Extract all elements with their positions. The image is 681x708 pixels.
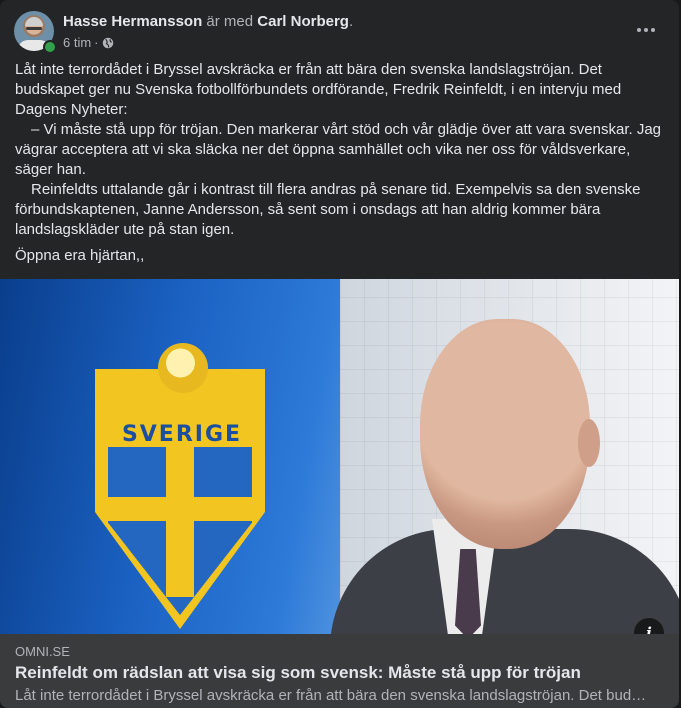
link-preview-image[interactable]: SVERIGE: [0, 279, 679, 634]
post-paragraph: Låt inte terrordådet i Bryssel avskräcka…: [15, 61, 622, 118]
post-meta: 6 tim ·: [63, 35, 114, 50]
author-name[interactable]: Hasse Hermansson: [63, 13, 202, 30]
crest-cross-horizontal: [108, 497, 252, 521]
person-ear: [578, 419, 600, 467]
more-horizontal-icon: [637, 28, 641, 32]
link-title[interactable]: Reinfeldt om rädslan att visa sig som sv…: [15, 663, 581, 683]
tagged-name[interactable]: Carl Norberg: [257, 13, 349, 30]
post-body: Låt inte terrordådet i Bryssel avskräcka…: [15, 60, 667, 266]
link-preview-meta[interactable]: OMNI.SE Reinfeldt om rädslan att visa si…: [0, 634, 679, 708]
more-dot: [651, 28, 655, 32]
meta-separator: ·: [94, 35, 99, 50]
post-paragraph: Öppna era hjärtan,,: [15, 247, 145, 264]
crest-label: SVERIGE: [121, 422, 243, 447]
link-domain: OMNI.SE: [15, 644, 70, 659]
tagged-suffix: .: [348, 13, 354, 30]
post-timestamp[interactable]: 6 tim: [63, 35, 91, 50]
post-header: Hasse Hermansson är med Carl Norberg. 6 …: [14, 11, 665, 55]
author-line: Hasse Hermansson är med Carl Norberg.: [63, 13, 353, 30]
post-paragraph: – Vi måste stå upp för tröjan. Den marke…: [15, 121, 662, 178]
online-status-icon: [43, 40, 57, 54]
post-card: Hasse Hermansson är med Carl Norberg. 6 …: [0, 0, 679, 708]
crest-cross-vertical: [166, 447, 194, 597]
avatar-glasses: [26, 27, 42, 30]
post-paragraph: Reinfeldts uttalande går i kontrast till…: [15, 181, 641, 238]
globe-icon[interactable]: [102, 37, 114, 49]
person-head: [420, 319, 590, 549]
more-dot: [644, 28, 648, 32]
avatar-hair: [25, 17, 43, 26]
link-description: Låt inte terrordådet i Bryssel avskräcka…: [15, 687, 647, 704]
more-options-button[interactable]: [629, 13, 663, 47]
with-text: är med: [206, 13, 254, 30]
crest-football-icon: [158, 343, 208, 393]
